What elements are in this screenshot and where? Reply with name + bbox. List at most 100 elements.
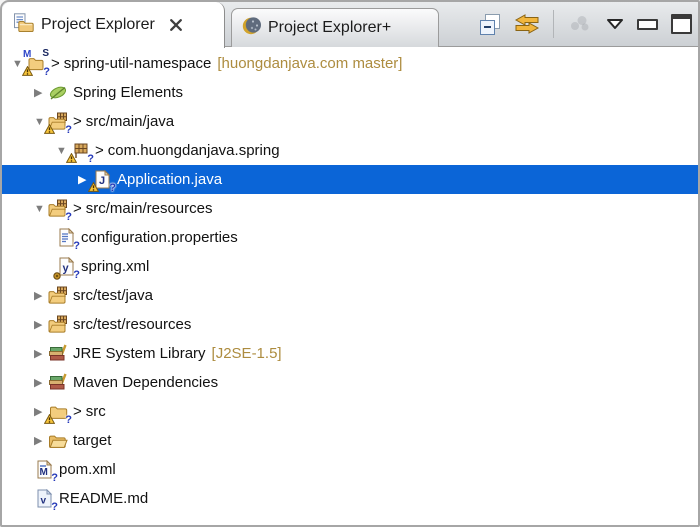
tree-row-com-huongdanjava-spring[interactable]: ▼? > com.huongdanjava.spring xyxy=(2,136,698,165)
tree-item-label: spring-util-namespace xyxy=(63,55,212,72)
git-dirty-prefix: > xyxy=(73,200,82,217)
svg-text:M: M xyxy=(40,467,48,478)
tree-row-src-main-resources[interactable]: ▼? > src/main/resources xyxy=(2,194,698,223)
library-icon xyxy=(48,344,68,364)
tree-row-spring-elements[interactable]: ▶ Spring Elements xyxy=(2,78,698,107)
tree-item-label: pom.xml xyxy=(59,461,116,478)
close-icon[interactable] xyxy=(168,17,184,33)
tab-project-explorer[interactable]: Project Explorer xyxy=(2,2,225,48)
tree-item-label: Application.java xyxy=(117,171,223,188)
library-icon xyxy=(48,373,68,393)
tree-item-label: Maven Dependencies xyxy=(73,374,219,391)
tab-label: Project Explorer xyxy=(41,16,155,33)
package-icon: ? xyxy=(66,141,94,164)
git-dirty-prefix: > xyxy=(73,113,82,130)
tree-expander-collapsed-icon[interactable]: ▶ xyxy=(34,376,48,389)
tree-item-label: src/main/java xyxy=(85,113,175,130)
folder-icon: ? xyxy=(44,402,72,425)
spring-xml-file-icon: y? xyxy=(53,257,80,280)
tree-row-src-main-java[interactable]: ▼? > src/main/java xyxy=(2,107,698,136)
tree-row-spring-xml[interactable]: y? spring.xml xyxy=(2,252,698,281)
question-overlay-icon: ? xyxy=(51,500,58,513)
tree-row-src-test-java[interactable]: ▶ src/test/java xyxy=(2,281,698,310)
project-tree: ▼ M S? > spring-util-namespace [huongdanjava.… xyxy=(2,47,698,525)
tree-expander-collapsed-icon[interactable]: ▶ xyxy=(34,289,48,302)
warning-overlay-icon xyxy=(44,413,55,424)
pom-file-icon: M? xyxy=(34,460,58,483)
tree-expander-collapsed-icon[interactable]: ▶ xyxy=(34,434,48,447)
package-folder-icon: ? xyxy=(44,112,72,135)
tree-item-label: spring.xml xyxy=(81,258,150,275)
tab-label: Project Explorer+ xyxy=(268,19,392,36)
toolbar-separator xyxy=(553,10,554,38)
tree-expander-collapsed-icon[interactable]: ▶ xyxy=(34,86,48,99)
minimize-icon[interactable] xyxy=(637,18,658,30)
tree-expander-collapsed-icon[interactable]: ▶ xyxy=(34,318,48,331)
warning-overlay-icon xyxy=(44,123,55,134)
question-overlay-icon: ? xyxy=(109,181,116,194)
decorator-text: [J2SE-1.5] xyxy=(211,345,282,362)
collapse-all-minus-square xyxy=(480,19,495,35)
view-tab-bar: Project Explorer Project Explorer+ xyxy=(2,2,698,48)
spring-s-overlay-icon: S xyxy=(42,47,49,59)
question-overlay-icon: ? xyxy=(73,268,80,281)
tree-item-label: Spring Elements xyxy=(73,84,184,101)
tree-row-src-test-resources[interactable]: ▶ src/test/resources xyxy=(2,310,698,339)
tree-row-maven-dependencies[interactable]: ▶ Maven Dependencies xyxy=(2,368,698,397)
tree-row-target[interactable]: ▶ target xyxy=(2,426,698,455)
question-overlay-icon: ? xyxy=(87,152,94,165)
question-overlay-icon: ? xyxy=(43,65,50,78)
tree-expander-expanded-icon[interactable]: ▼ xyxy=(34,203,48,215)
git-dirty-prefix: > xyxy=(73,403,82,420)
question-overlay-icon: ? xyxy=(51,471,58,484)
svg-text:v: v xyxy=(41,496,47,507)
question-overlay-icon: ? xyxy=(65,210,72,223)
tree-item-label: src xyxy=(85,403,106,420)
tree-row-application-java[interactable]: ▶ J? Application.java xyxy=(2,165,698,194)
spring-leaf-icon xyxy=(48,83,68,103)
maximize-icon[interactable] xyxy=(671,14,692,34)
svg-text:y: y xyxy=(63,263,70,275)
maven-overlay-icon: M xyxy=(23,48,32,60)
tree-row-configuration-properties[interactable]: ? configuration.properties xyxy=(2,223,698,252)
warning-overlay-icon xyxy=(88,181,99,192)
java-file-icon: J? xyxy=(88,170,116,193)
view-menu-icon[interactable] xyxy=(606,18,624,30)
project-explorer-plus-icon xyxy=(241,16,261,41)
tree-row-pom-xml[interactable]: M? pom.xml xyxy=(2,455,698,484)
tree-item-label: configuration.properties xyxy=(81,229,238,246)
view-toolbar xyxy=(480,2,692,46)
question-overlay-icon: ? xyxy=(65,413,72,426)
package-folder-icon xyxy=(48,286,68,306)
collapse-all-icon[interactable] xyxy=(480,13,501,35)
folder-open-icon xyxy=(48,431,68,451)
tree-item-label: target xyxy=(73,432,112,449)
maven-project-icon: M S? xyxy=(22,48,50,77)
properties-file-icon: ? xyxy=(56,228,80,251)
tab-project-explorer-plus[interactable]: Project Explorer+ xyxy=(231,8,439,47)
tree-row-src[interactable]: ▶? > src xyxy=(2,397,698,426)
tree-item-label: JRE System Library xyxy=(73,345,206,362)
extra-actions-icon xyxy=(567,14,593,34)
tree-row-jre-system-library[interactable]: ▶ JRE System Library [J2SE-1.5] xyxy=(2,339,698,368)
git-dirty-prefix: > xyxy=(51,55,60,72)
package-folder-icon xyxy=(48,315,68,335)
tree-item-label: src/test/java xyxy=(73,287,154,304)
gear-overlay-icon xyxy=(53,271,61,280)
question-overlay-icon: ? xyxy=(73,239,80,252)
tree-expander-collapsed-icon[interactable]: ▶ xyxy=(34,347,48,360)
package-folder-icon: ? xyxy=(48,199,72,222)
tree-row-readme-md[interactable]: v? README.md xyxy=(2,484,698,513)
link-with-editor-icon[interactable] xyxy=(514,14,540,34)
tree-row-spring-util-namespace[interactable]: ▼ M S? > spring-util-namespace [huongdanjava.… xyxy=(2,48,698,78)
warning-overlay-icon xyxy=(66,152,77,163)
decorator-text: [huongdanjava.com master] xyxy=(217,55,403,72)
tree-item-label: com.huongdanjava.spring xyxy=(107,142,280,159)
project-explorer-window: Project Explorer Project Explorer+ ▼ M S… xyxy=(0,0,700,527)
tree-item-label: src/main/resources xyxy=(85,200,213,217)
git-dirty-prefix: > xyxy=(95,142,104,159)
readme-file-icon: v? xyxy=(34,489,58,512)
project-explorer-icon xyxy=(12,12,34,38)
tree-item-label: src/test/resources xyxy=(73,316,192,333)
question-overlay-icon: ? xyxy=(65,123,72,136)
